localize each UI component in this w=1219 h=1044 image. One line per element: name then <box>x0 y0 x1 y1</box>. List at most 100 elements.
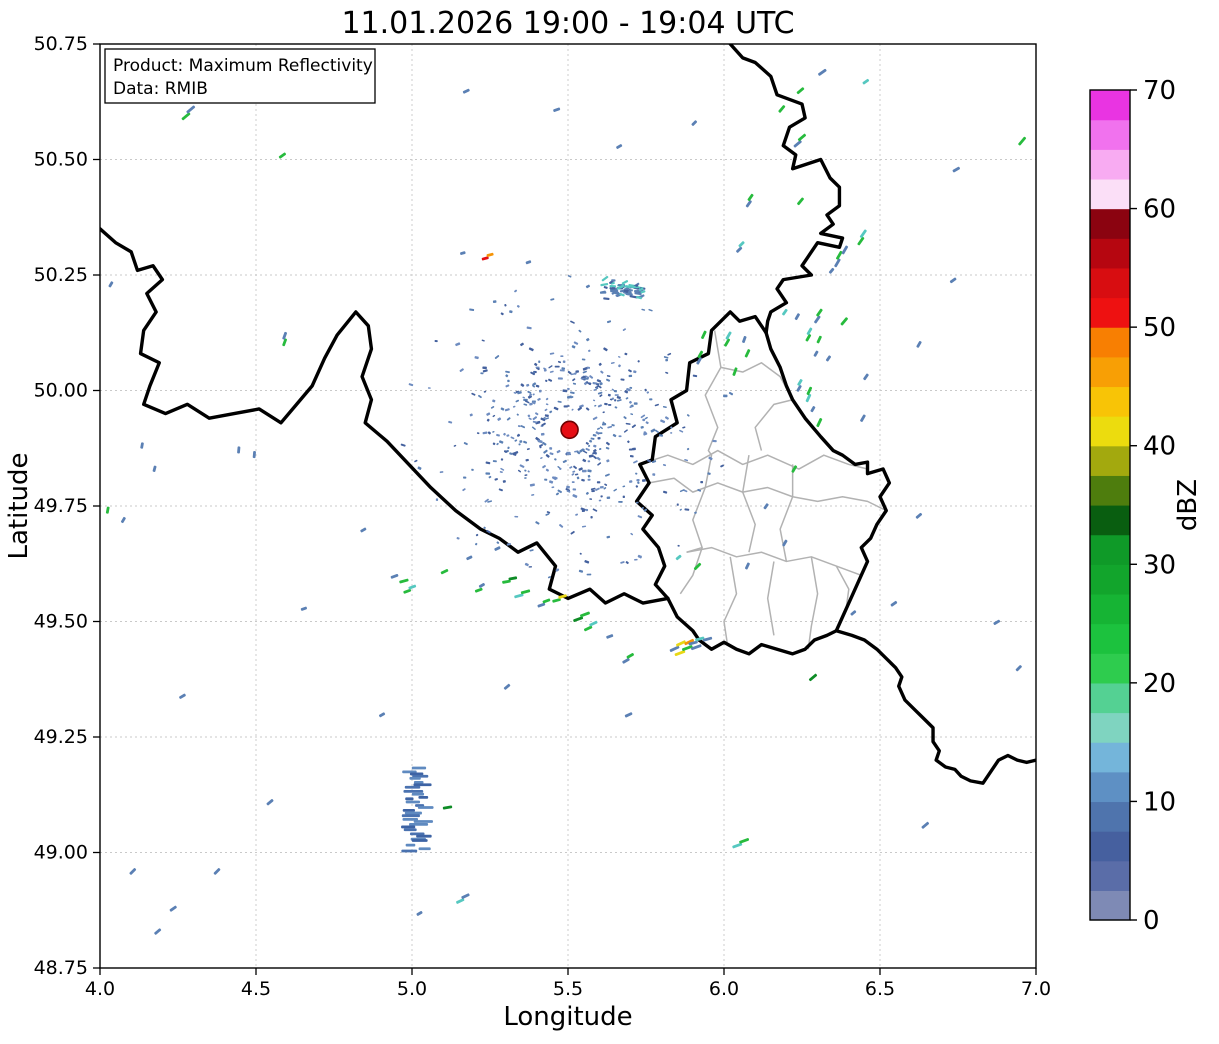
colorbar-segment <box>1090 178 1130 210</box>
echo-streak <box>797 197 804 206</box>
y-tick-label: 50.00 <box>34 380 88 402</box>
echo-streak <box>399 578 409 584</box>
radar-map-canvas: 4.0 4.5 5.0 5.5 6.0 6.5 7.0 48.75 49.00 49.25 49.5… <box>4 6 1203 1032</box>
echo-streak <box>675 554 682 561</box>
echo-streak <box>1018 136 1027 146</box>
echo-streak <box>169 905 177 912</box>
echo-streak <box>813 350 819 357</box>
echo-streak <box>616 144 623 149</box>
x-tick-label: 7.0 <box>1021 978 1051 1000</box>
echo-streak <box>732 367 738 376</box>
echo-streak <box>282 331 288 347</box>
colorbar-segment <box>1090 771 1130 803</box>
grid-lines <box>100 44 1036 968</box>
echo-streak <box>916 341 922 348</box>
echo-streak <box>606 634 614 639</box>
colorbar-segment <box>1090 801 1130 832</box>
echo-streak <box>583 620 598 632</box>
echo-streak <box>300 606 308 611</box>
echo-streak <box>456 893 470 904</box>
region-border-line <box>723 556 738 643</box>
echo-streak <box>810 406 816 413</box>
colorbar-segment <box>1090 742 1130 773</box>
echo-streak <box>379 712 386 718</box>
echo-streak <box>805 327 813 342</box>
echo-streak <box>502 576 518 584</box>
echo-streak <box>744 562 750 570</box>
echo-streak <box>949 277 957 284</box>
colorbar-segment <box>1090 356 1130 388</box>
echo-streak <box>416 911 423 916</box>
echo-streak <box>860 414 866 422</box>
colorbar-tick-label: 20 <box>1143 669 1176 699</box>
colorbar-segment <box>1090 623 1130 654</box>
echo-streak <box>701 330 707 340</box>
echo-streak <box>794 313 800 321</box>
region-border-line <box>686 546 862 577</box>
echo-streak <box>140 442 144 449</box>
echo-streak <box>745 193 754 208</box>
annotation-box: Product: Maximum Reflectivity Data: RMIB <box>104 48 376 104</box>
colorbar-tick-label: 0 <box>1143 906 1160 936</box>
echo-streak <box>537 598 551 608</box>
colorbar-tick-label: 30 <box>1143 550 1176 580</box>
echo-streak <box>952 166 960 173</box>
region-border-line <box>686 487 706 553</box>
colorbar-segment <box>1090 682 1130 714</box>
y-tick-label: 50.50 <box>34 149 88 171</box>
colorbar-tick-label: 60 <box>1143 195 1176 225</box>
colorbar-segment <box>1090 712 1130 743</box>
echo-streak <box>742 335 747 343</box>
colorbar-segment <box>1090 860 1130 891</box>
echo-streak <box>915 512 923 519</box>
echo-streak <box>129 868 137 875</box>
x-tick-label: 6.0 <box>709 978 739 1000</box>
echo-streak <box>105 506 110 514</box>
echo-streak <box>840 317 848 326</box>
echo-streak <box>890 600 898 607</box>
echo-streak <box>796 87 805 95</box>
echo-streak <box>624 712 633 718</box>
echo-streak <box>481 252 494 261</box>
colorbar-segment <box>1090 90 1130 121</box>
echo-streak <box>818 68 827 76</box>
echo-streak <box>744 349 751 358</box>
echo-streak <box>494 546 501 551</box>
echo-streak <box>828 267 835 274</box>
colorbar-segment <box>1090 327 1130 358</box>
colorbar-tick-label: 70 <box>1143 76 1176 106</box>
region-border-line <box>766 561 775 636</box>
colorbar-segment <box>1090 149 1130 180</box>
colorbar-segment <box>1090 831 1130 862</box>
echo-streak <box>825 355 832 362</box>
country-border-belgium_germany <box>728 44 845 335</box>
colorbar-segment <box>1090 297 1130 328</box>
x-tick-label: 4.5 <box>241 978 271 1000</box>
echo-streak <box>278 152 287 159</box>
colorbar-segment <box>1090 119 1130 150</box>
echo-streak <box>816 335 822 344</box>
echo-streak <box>213 868 221 875</box>
colorbar-label: dBZ <box>1173 479 1203 531</box>
x-tick-label: 5.5 <box>553 978 583 1000</box>
y-axis-label: Latitude <box>4 452 34 559</box>
y-tick-label: 48.75 <box>34 957 88 979</box>
region-border-line <box>779 464 794 562</box>
colorbar-segment <box>1090 267 1130 299</box>
country-border-france_germany <box>834 629 1036 785</box>
echo-streak <box>793 133 807 148</box>
echo-streak <box>237 446 241 454</box>
x-tick-label: 5.0 <box>397 978 427 1000</box>
colorbar-tick-label: 10 <box>1143 787 1176 817</box>
echo-streak <box>179 693 186 699</box>
colorbar-segment <box>1090 653 1130 684</box>
echo-streak <box>181 105 196 121</box>
colorbar-segment <box>1090 445 1130 476</box>
echo-streak <box>862 78 870 85</box>
y-tick-label: 49.00 <box>34 842 88 864</box>
echo-streak <box>782 308 788 316</box>
echo-streak <box>778 105 786 113</box>
annotation-data-line: Data: RMIB <box>113 79 208 99</box>
echo-streak <box>266 799 274 806</box>
y-tick-label: 50.75 <box>34 33 88 55</box>
